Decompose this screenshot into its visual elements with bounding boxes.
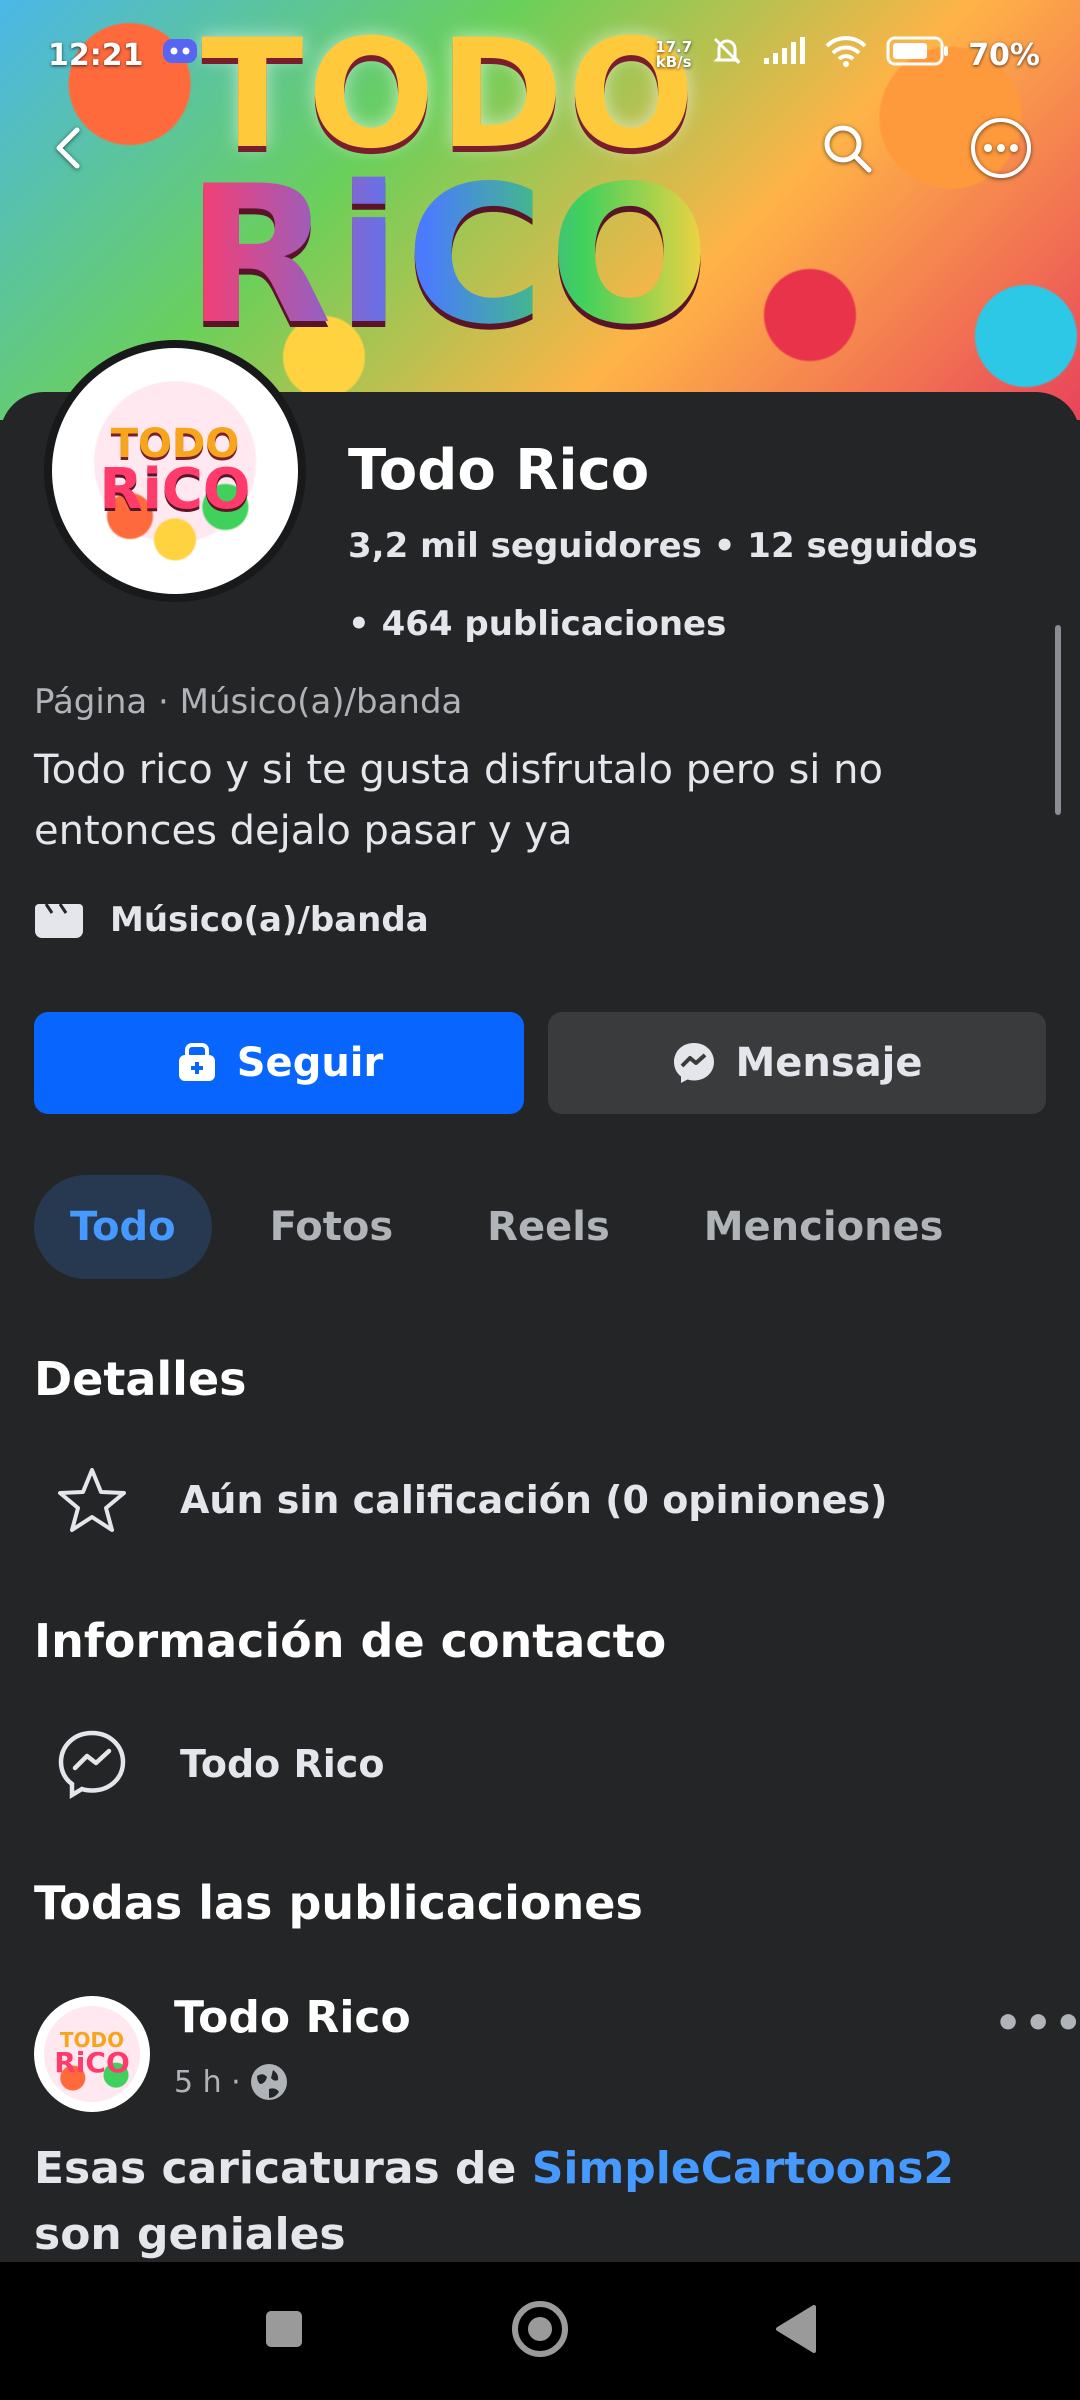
post-meta: 5 h · xyxy=(174,2062,289,2102)
more-options-button[interactable] xyxy=(968,115,1034,181)
star-icon xyxy=(58,1468,126,1532)
profile-avatar[interactable]: TODO RiCO xyxy=(44,340,306,602)
system-navigation-bar xyxy=(0,2262,1080,2400)
recent-apps-icon xyxy=(266,2311,302,2347)
posts-heading: Todas las publicaciones xyxy=(34,1876,643,1930)
info-category-label: Músico(a)/banda xyxy=(110,900,429,940)
search-button[interactable] xyxy=(814,115,880,181)
page-bio: Todo rico y si te gusta disfrutalo pero … xyxy=(34,747,883,854)
rating-text: Aún sin calificación (0 opiniones) xyxy=(180,1478,888,1522)
post-text-before: Esas caricaturas de xyxy=(34,2143,532,2194)
post-mention-link[interactable]: SimpleCartoons2 xyxy=(532,2143,954,2194)
messenger-icon xyxy=(58,1730,126,1799)
page-title: Todo Rico xyxy=(348,438,650,503)
clapperboard-icon xyxy=(35,903,83,938)
messenger-contact-row[interactable]: Todo Rico xyxy=(56,1728,384,1800)
back-button[interactable] xyxy=(36,115,102,181)
post-count: • 464 publicaciones xyxy=(348,604,727,644)
discord-icon xyxy=(162,36,198,74)
back-arrow-icon xyxy=(56,127,80,169)
status-time: 12:21 xyxy=(48,37,144,73)
tab-fotos[interactable]: Fotos xyxy=(234,1175,430,1279)
status-bar: 12:21 17.7 kB/s 70% xyxy=(0,0,1080,110)
profile-tabs: Todo Fotos Reels Menciones xyxy=(34,1175,979,1279)
tab-todo[interactable]: Todo xyxy=(34,1175,212,1279)
back-triangle-icon xyxy=(776,2305,816,2353)
battery-percent: 70% xyxy=(968,37,1040,73)
wifi-icon xyxy=(824,35,868,75)
post-text: Esas caricaturas de SimpleCartoons2 son … xyxy=(34,2136,1044,2268)
network-speed: 17.7 kB/s xyxy=(655,40,692,70)
recent-apps-button[interactable] xyxy=(262,2307,306,2355)
post-avatar-line2: RiCO xyxy=(54,2046,130,2080)
back-nav-button[interactable] xyxy=(774,2304,818,2358)
rating-row[interactable]: Aún sin calificación (0 opiniones) xyxy=(56,1466,888,1534)
search-icon xyxy=(824,125,872,173)
avatar-logo: TODO RiCO xyxy=(85,381,265,561)
follow-icon xyxy=(178,1043,215,1081)
follower-stats[interactable]: 3,2 mil seguidores • 12 seguidos xyxy=(348,526,978,566)
profile-sheet xyxy=(0,392,1080,2262)
follow-button[interactable]: Seguir xyxy=(34,1012,524,1114)
category-info-row: Músico(a)/banda xyxy=(34,900,429,940)
home-icon xyxy=(512,2301,568,2357)
details-heading: Detalles xyxy=(34,1352,247,1406)
home-button[interactable] xyxy=(510,2299,570,2363)
scrollbar[interactable] xyxy=(1055,625,1061,815)
messenger-contact-name: Todo Rico xyxy=(180,1742,385,1786)
tab-reels[interactable]: Reels xyxy=(451,1175,646,1279)
post-author-avatar[interactable]: TODO RiCO xyxy=(34,1996,150,2112)
network-speed-unit: kB/s xyxy=(655,53,692,71)
messenger-icon xyxy=(674,1043,715,1083)
cover-logo-line2: RiCO xyxy=(185,145,715,366)
follow-label: Seguir xyxy=(236,1040,384,1086)
signal-icon xyxy=(762,36,806,74)
globe-icon xyxy=(250,2064,287,2100)
tab-menciones[interactable]: Menciones xyxy=(668,1175,980,1279)
contact-heading: Información de contacto xyxy=(34,1614,667,1668)
alarm-off-icon xyxy=(710,34,744,76)
page-category: Página · Músico(a)/banda xyxy=(34,682,463,722)
message-label: Mensaje xyxy=(735,1040,923,1086)
post-time[interactable]: 5 h · xyxy=(174,2065,241,2100)
message-button[interactable]: Mensaje xyxy=(548,1012,1046,1114)
post-more-options-button[interactable]: ••• xyxy=(994,1998,1080,2049)
more-options-icon xyxy=(971,118,1031,178)
post-author-name[interactable]: Todo Rico xyxy=(174,1992,411,2043)
avatar-logo-line2: RiCO xyxy=(99,457,251,523)
battery-icon xyxy=(886,35,950,75)
post-text-after: son geniales xyxy=(34,2209,346,2260)
